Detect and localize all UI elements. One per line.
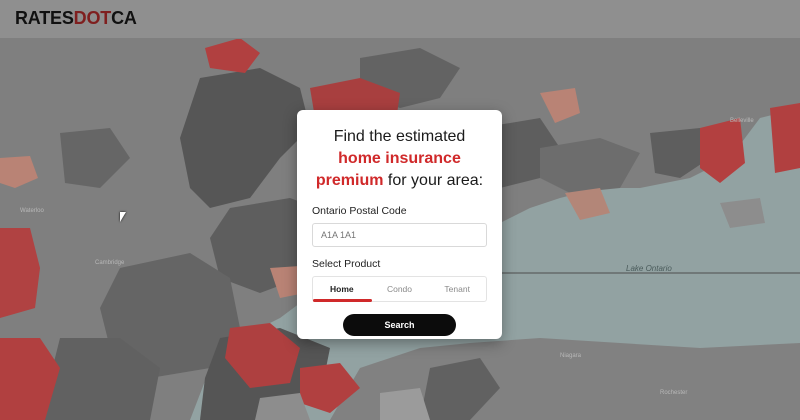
card-title: Find the estimated home insurance premiu… xyxy=(312,126,487,192)
logo-text-rates: RATES xyxy=(15,8,74,28)
tab-condo[interactable]: Condo xyxy=(371,277,429,301)
product-tabs: Home Condo Tenant xyxy=(312,276,487,302)
map-town-label: Belleville xyxy=(730,118,754,124)
map-town-label: Rochester xyxy=(660,390,688,396)
ratesdotca-logo[interactable]: RATESDOTCA xyxy=(15,8,137,29)
premium-search-card: Find the estimated home insurance premiu… xyxy=(297,110,502,339)
active-tab-indicator xyxy=(313,299,372,302)
mouse-cursor-icon xyxy=(120,212,126,222)
title-accent-premium: premium xyxy=(315,172,384,189)
postal-code-input[interactable] xyxy=(312,223,487,247)
tab-home[interactable]: Home xyxy=(313,277,371,301)
title-line1: Find the estimated xyxy=(333,128,466,145)
lake-ontario-label: Lake Ontario xyxy=(626,264,672,273)
logo-text-dot: DOT xyxy=(73,8,112,28)
title-rest: for your area: xyxy=(383,172,484,189)
select-product-label: Select Product xyxy=(312,258,381,270)
map-town-label: Cambridge xyxy=(95,260,125,266)
site-header: RATESDOTCA xyxy=(0,0,800,39)
title-accent-home-insurance: home insurance xyxy=(338,150,461,167)
postal-code-label: Ontario Postal Code xyxy=(312,205,407,217)
map-town-label: Waterloo xyxy=(20,208,44,214)
search-button[interactable]: Search xyxy=(343,314,456,336)
logo-text-ca: CA xyxy=(111,8,137,28)
tab-tenant[interactable]: Tenant xyxy=(428,277,486,301)
map-town-label: Niagara xyxy=(560,353,582,359)
